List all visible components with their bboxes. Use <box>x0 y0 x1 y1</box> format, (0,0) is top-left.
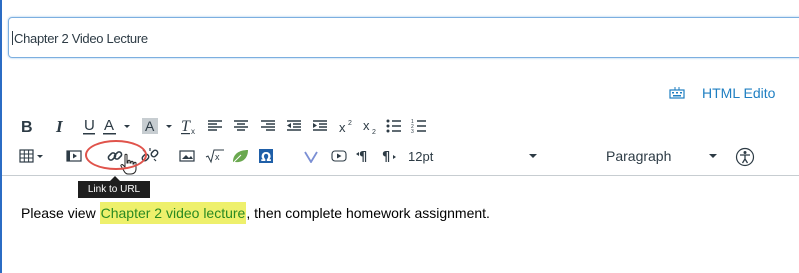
media-button[interactable] <box>65 146 83 166</box>
underline-icon: U <box>83 117 95 135</box>
omega-icon: Ω <box>259 149 273 164</box>
rtl-button[interactable]: ¶ <box>380 146 398 166</box>
align-right-icon <box>261 120 275 131</box>
subscript-button[interactable]: x2 <box>361 116 379 136</box>
subscript-icon: x2 <box>363 118 376 135</box>
svg-text:2: 2 <box>372 129 376 135</box>
font-size-select[interactable]: 12pt <box>408 146 538 166</box>
commons-button[interactable] <box>230 146 250 166</box>
svg-text:x: x <box>363 118 370 133</box>
svg-text:Ω: Ω <box>261 150 271 164</box>
square-root-icon: x <box>205 149 224 164</box>
ltr-button[interactable]: ¶ <box>355 146 373 166</box>
highlighted-link-text[interactable]: Chapter 2 video lecture <box>99 202 247 224</box>
svg-text:A: A <box>104 117 114 134</box>
content-suffix: , then complete homework assignment. <box>246 205 490 221</box>
content-prefix: Please view <box>21 205 100 221</box>
bullet-list-icon <box>386 119 401 133</box>
svg-text:B: B <box>21 119 33 134</box>
superscript-button[interactable]: x2 <box>337 116 355 136</box>
svg-text:T: T <box>181 118 191 135</box>
align-left-button[interactable] <box>206 116 224 136</box>
image-button[interactable] <box>178 146 196 166</box>
title-input-value: Chapter 2 Video Lecture <box>14 31 148 46</box>
align-left-icon <box>208 120 222 131</box>
vimeo-button[interactable] <box>302 146 320 166</box>
film-icon <box>66 150 82 162</box>
html-editor-label: HTML Edito <box>702 85 776 101</box>
clear-formatting-button[interactable]: Tx <box>180 116 198 136</box>
html-editor-link[interactable]: HTML Edito <box>669 84 775 102</box>
svg-text:U: U <box>84 117 95 134</box>
background-color-icon: A <box>142 118 172 134</box>
svg-text:¶: ¶ <box>359 150 367 164</box>
outdent-icon <box>287 120 301 131</box>
indent-icon <box>313 120 327 131</box>
align-right-button[interactable] <box>259 116 277 136</box>
table-button[interactable] <box>19 146 53 166</box>
pilcrow-ltr-icon: ¶ <box>356 150 367 164</box>
keyboard-icon <box>669 87 685 99</box>
align-center-icon <box>234 120 248 131</box>
link-tooltip: Link to URL <box>78 176 150 198</box>
equation-button[interactable]: x <box>204 146 226 166</box>
leaf-icon <box>232 150 248 164</box>
title-input[interactable]: Chapter 2 Video Lecture <box>8 17 799 58</box>
annotation-circle <box>85 140 147 170</box>
svg-text:x: x <box>339 120 346 134</box>
svg-text:2: 2 <box>348 120 352 127</box>
background-color-button[interactable]: A <box>142 116 174 136</box>
superscript-icon: x2 <box>339 120 352 134</box>
play-button-icon <box>331 150 347 162</box>
outdent-button[interactable] <box>285 116 303 136</box>
numbered-list-button[interactable]: 123 <box>410 116 428 136</box>
italic-icon: I <box>55 118 64 134</box>
vimeo-icon <box>304 151 318 163</box>
paragraph-select[interactable]: Paragraph <box>606 146 718 166</box>
editor-content[interactable]: Please view Chapter 2 video lecture, the… <box>21 202 490 224</box>
svg-text:A: A <box>145 118 155 134</box>
pilcrow-rtl-icon: ¶ <box>382 150 396 164</box>
font-color-icon: A <box>103 117 130 135</box>
numbered-list-icon: 123 <box>411 119 426 134</box>
align-center-button[interactable] <box>232 116 250 136</box>
paragraph-value: Paragraph <box>606 148 672 164</box>
text-caret <box>12 31 13 45</box>
indent-button[interactable] <box>311 116 329 136</box>
clear-formatting-icon: Tx <box>181 118 195 135</box>
bold-button[interactable]: B <box>19 116 35 136</box>
table-icon <box>19 149 43 163</box>
svg-text:I: I <box>55 118 64 134</box>
underline-button[interactable]: U <box>81 116 97 136</box>
svg-text:x: x <box>191 127 195 135</box>
image-icon <box>179 150 195 162</box>
svg-text:x: x <box>215 152 220 162</box>
accessibility-checker-button[interactable] <box>734 146 756 168</box>
chevron-down-icon <box>529 154 537 158</box>
accessibility-icon <box>735 147 755 167</box>
italic-button[interactable]: I <box>53 116 69 136</box>
svg-text:¶: ¶ <box>382 150 390 164</box>
youtube-button[interactable] <box>330 146 348 166</box>
svg-text:3: 3 <box>411 129 414 134</box>
font-color-button[interactable]: A <box>102 116 132 136</box>
bullet-list-button[interactable] <box>385 116 403 136</box>
special-character-button[interactable]: Ω <box>257 146 275 166</box>
bold-icon: B <box>21 119 33 134</box>
font-size-value: 12pt <box>408 148 434 164</box>
chevron-down-icon <box>709 154 717 158</box>
toolbar-divider <box>2 175 799 176</box>
